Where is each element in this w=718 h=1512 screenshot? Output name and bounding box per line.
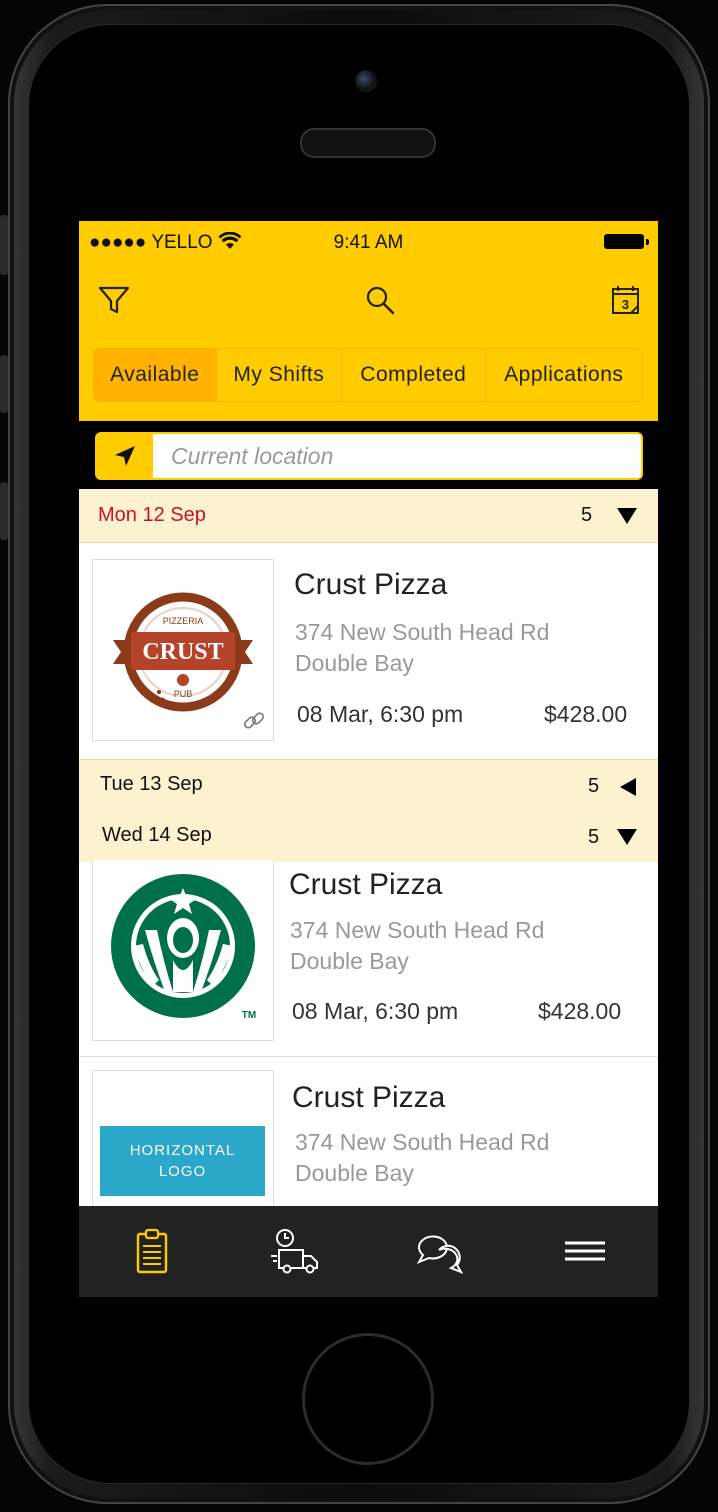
shift-datetime: 08 Mar, 6:30 pm	[292, 998, 459, 1024]
address-line: 374 New South Head Rd	[295, 619, 550, 645]
address-line: 374 New South Head Rd	[290, 917, 545, 943]
tab-my-shifts[interactable]: My Shifts	[217, 349, 343, 401]
volume-down-button	[0, 482, 8, 540]
shift-title: Crust Pizza	[292, 1081, 446, 1114]
app-screen: ●●●●● YELLO 9:41 AM 3 Available My Shift…	[79, 221, 658, 1297]
day-header-mon-12-sep[interactable]: Mon 12 Sep 5	[79, 489, 658, 543]
address-line: Double Bay	[295, 650, 414, 676]
shift-address: 374 New South Head Rd Double Bay	[295, 617, 595, 679]
calendar-icon[interactable]: 3	[609, 283, 643, 317]
svg-text:PUB: PUB	[174, 689, 193, 699]
siren-logo-graphic: TM	[111, 874, 256, 1021]
shift-datetime: 08 Mar, 6:30 pm	[297, 701, 464, 727]
day-count: 5	[588, 826, 600, 848]
clipboard-icon[interactable]	[124, 1224, 180, 1280]
home-button[interactable]	[302, 1333, 434, 1465]
tab-label: Completed	[360, 363, 467, 386]
location-arrow-icon	[115, 446, 135, 466]
address-line: Double Bay	[290, 948, 409, 974]
mute-switch	[0, 215, 8, 275]
tab-completed[interactable]: Completed	[342, 349, 486, 401]
segment-tabs: Available My Shifts Completed Applicatio…	[93, 348, 643, 402]
day-label: Mon 12 Sep	[98, 504, 206, 526]
tab-label: Applications	[504, 363, 624, 386]
shift-card[interactable]: HORIZONTAL LOGO Crust Pizza 374 New Sout…	[79, 1057, 658, 1252]
svg-text:CRUST: CRUST	[142, 639, 223, 665]
location-bar	[79, 421, 658, 489]
location-search	[95, 432, 643, 480]
menu-icon[interactable]	[557, 1224, 613, 1280]
expand-triangle-icon[interactable]	[619, 777, 637, 797]
day-header-wed-14-sep[interactable]: Wed 14 Sep 5	[79, 811, 658, 863]
shift-title: Crust Pizza	[289, 868, 443, 901]
delivery-truck-clock-icon[interactable]	[267, 1224, 323, 1280]
front-camera	[355, 70, 377, 92]
address-line: 374 New South Head Rd	[295, 1129, 550, 1155]
shift-card[interactable]: PIZZERIA CRUST PUB Crust Pizza 374 New S…	[79, 543, 658, 759]
svg-text:3: 3	[622, 297, 629, 312]
tab-label: My Shifts	[233, 363, 325, 386]
app-header: ●●●●● YELLO 9:41 AM 3 Available My Shift…	[79, 221, 658, 421]
shift-title: Crust Pizza	[294, 568, 448, 601]
search-icon[interactable]	[363, 283, 397, 317]
svg-text:TM: TM	[242, 1010, 256, 1021]
battery-icon	[604, 234, 649, 249]
location-input[interactable]	[161, 434, 641, 478]
filter-icon[interactable]	[97, 283, 131, 317]
current-location-button[interactable]	[97, 434, 153, 478]
bottom-tab-bar	[79, 1206, 658, 1297]
day-label: Tue 13 Sep	[100, 773, 203, 795]
day-count: 5	[581, 504, 593, 526]
shift-address: 374 New South Head Rd Double Bay	[290, 915, 590, 977]
address-line: Double Bay	[295, 1160, 414, 1186]
starbucks-logo: TM	[92, 860, 274, 1041]
collapse-triangle-icon[interactable]	[616, 507, 638, 525]
chat-bubbles-icon[interactable]	[411, 1224, 467, 1280]
day-label: Wed 14 Sep	[102, 824, 212, 846]
status-bar: ●●●●● YELLO 9:41 AM	[79, 221, 658, 263]
volume-up-button	[0, 355, 8, 413]
link-icon[interactable]	[241, 708, 267, 734]
tab-label: Available	[110, 363, 200, 386]
svg-text:PIZZERIA: PIZZERIA	[163, 616, 204, 626]
horizontal-logo-text: HORIZONTAL LOGO	[100, 1126, 265, 1196]
shift-price: $428.00	[544, 701, 628, 727]
crust-pizza-logo: PIZZERIA CRUST PUB	[92, 559, 274, 741]
shift-address: 374 New South Head Rd Double Bay	[295, 1127, 595, 1189]
collapse-triangle-icon[interactable]	[616, 828, 638, 846]
tab-available[interactable]: Available	[94, 349, 217, 401]
tab-applications[interactable]: Applications	[486, 349, 642, 401]
shift-card[interactable]: TM Crust Pizza 374 New South Head Rd Dou…	[79, 860, 658, 1057]
status-time: 9:41 AM	[333, 232, 404, 253]
day-header-tue-13-sep[interactable]: Tue 13 Sep 5	[79, 759, 658, 812]
shift-price: $428.00	[538, 998, 622, 1024]
day-count: 5	[588, 775, 600, 797]
earpiece-speaker	[300, 128, 436, 158]
